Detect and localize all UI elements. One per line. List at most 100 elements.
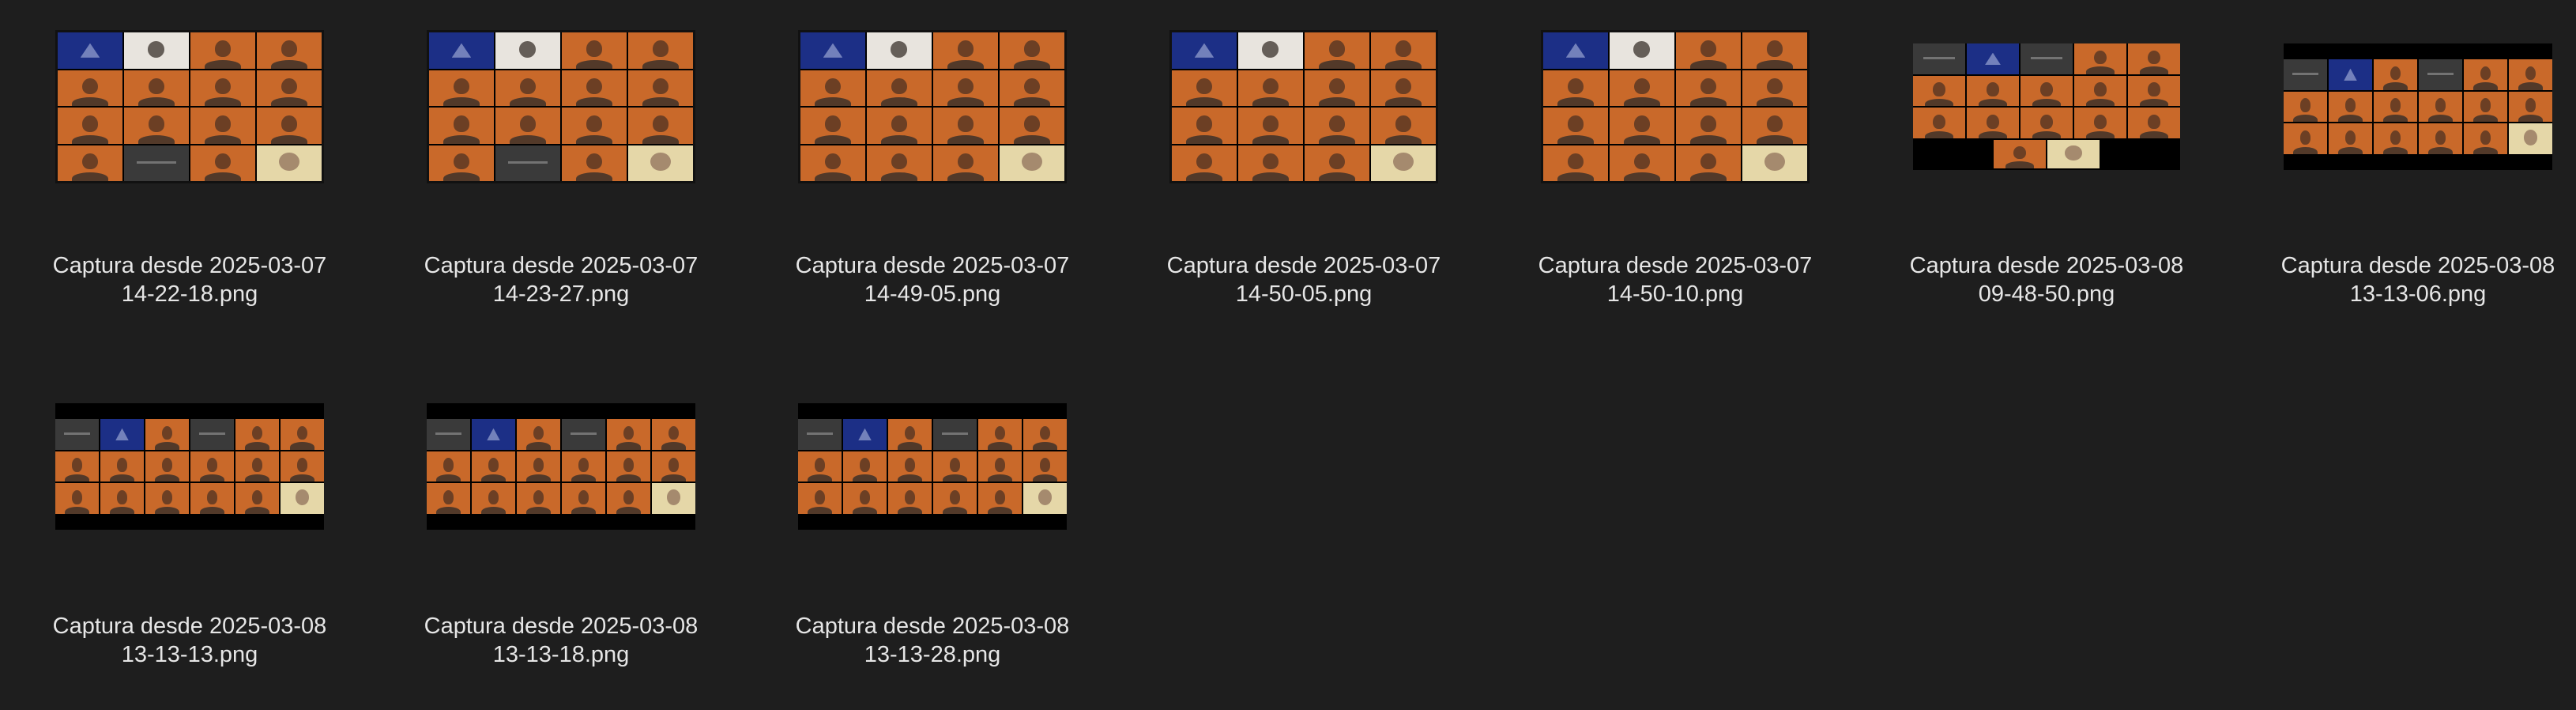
tile-participant: [2284, 123, 2327, 154]
tile-logo: [1172, 32, 1237, 69]
tile-logo: [58, 32, 122, 69]
tile-participant: [1742, 32, 1807, 69]
tile-participant: [1305, 145, 1369, 181]
image-thumbnail[interactable]: [2284, 43, 2552, 170]
tile-participant: [257, 108, 322, 144]
file-name[interactable]: Captura desde 2025-03-07 14-50-10.png: [1489, 251, 1861, 308]
thumbnail-grid: [1913, 43, 2180, 138]
tile-participant: [58, 70, 122, 106]
image-thumbnail[interactable]: [55, 30, 324, 183]
tile-participant: [1000, 145, 1064, 181]
tile-participant: [2021, 75, 2073, 107]
tile-participant: [1023, 483, 1067, 514]
tile-participant: [2419, 91, 2462, 123]
tile-logo: [472, 419, 515, 450]
tile-participant: [55, 451, 99, 482]
file-name[interactable]: Captura desde 2025-03-07 14-23-27.png: [375, 251, 747, 308]
tile-participant: [427, 419, 470, 450]
tile-participant: [495, 108, 560, 144]
image-thumbnail[interactable]: [798, 30, 1067, 183]
tile-participant: [235, 451, 279, 482]
tile-logo: [100, 419, 144, 450]
tile-participant: [1238, 70, 1303, 106]
tile-participant: [562, 419, 605, 450]
tile-participant: [190, 145, 255, 181]
tile-participant: [888, 483, 932, 514]
tile-participant: [800, 145, 865, 181]
tile-participant: [517, 483, 560, 514]
tile-participant: [562, 483, 605, 514]
tile-participant: [257, 32, 322, 69]
file-name[interactable]: Captura desde 2025-03-08 13-13-06.png: [2232, 251, 2576, 308]
file-name[interactable]: Captura desde 2025-03-07 14-50-05.png: [1118, 251, 1489, 308]
image-thumbnail[interactable]: [798, 403, 1067, 530]
thumbnail-area: [2232, 0, 2576, 213]
tile-participant: [562, 108, 627, 144]
tile-participant: [235, 419, 279, 450]
tile-participant: [1610, 70, 1674, 106]
file-name-line2: 14-50-10.png: [1606, 281, 1744, 307]
file-name-line1: Captura desde 2025-03-07: [52, 253, 327, 278]
thumbnail-area: [1118, 0, 1489, 213]
tile-participant: [867, 108, 932, 144]
tile-participant: [607, 451, 650, 482]
image-thumbnail[interactable]: [1913, 43, 2180, 170]
file-grid: Captura desde 2025-03-07 14-22-18.png Ca…: [0, 0, 2576, 710]
file-name[interactable]: Captura desde 2025-03-07 14-22-18.png: [4, 251, 375, 308]
file-name-line1: Captura desde 2025-03-07: [795, 253, 1070, 278]
tile-participant: [2074, 75, 2126, 107]
tile-participant: [2374, 59, 2417, 90]
tile-participant: [628, 70, 693, 106]
file-name[interactable]: Captura desde 2025-03-08 13-13-13.png: [4, 612, 375, 669]
image-thumbnail[interactable]: [427, 403, 695, 530]
tile-participant: [145, 451, 189, 482]
tile-participant: [1238, 108, 1303, 144]
tile-participant: [257, 145, 322, 181]
thumbnail-area: [747, 360, 1118, 573]
image-thumbnail[interactable]: [1169, 30, 1438, 183]
file-name[interactable]: Captura desde 2025-03-08 13-13-28.png: [747, 612, 1118, 669]
tile-participant: [2374, 91, 2417, 123]
thumbnail-grid: [1543, 32, 1807, 181]
file-name-line1: Captura desde 2025-03-08: [424, 614, 699, 639]
file-name-line1: Captura desde 2025-03-08: [795, 614, 1070, 639]
tile-participant: [2509, 91, 2552, 123]
tile-participant: [281, 419, 324, 450]
file-name[interactable]: Captura desde 2025-03-07 14-49-05.png: [747, 251, 1118, 308]
file-name-line2: 13-13-28.png: [864, 642, 1001, 667]
tile-participant: [429, 108, 494, 144]
tile-participant: [55, 419, 99, 450]
tile-participant: [472, 451, 515, 482]
thumbnail-grid: [58, 32, 322, 181]
tile-participant: [1000, 70, 1064, 106]
tile-participant: [1543, 108, 1608, 144]
tile-participant: [800, 108, 865, 144]
tile-participant: [1000, 32, 1064, 69]
tile-participant: [1913, 108, 1965, 138]
file-name[interactable]: Captura desde 2025-03-08 13-13-18.png: [375, 612, 747, 669]
tile-participant: [562, 451, 605, 482]
tile-participant: [2128, 108, 2180, 138]
image-thumbnail[interactable]: [1541, 30, 1810, 183]
tile-participant: [562, 70, 627, 106]
tile-participant: [1913, 43, 1965, 74]
tile-participant: [1967, 75, 2019, 107]
tile-participant: [2021, 108, 2073, 138]
file-name[interactable]: Captura desde 2025-03-08 09-48-50.png: [1861, 251, 2232, 308]
tile-participant: [2464, 123, 2507, 154]
thumbnail-area: [1489, 0, 1861, 213]
image-thumbnail[interactable]: [427, 30, 695, 183]
tile-participant: [190, 419, 234, 450]
tile-participant: [628, 32, 693, 69]
tile-participant: [429, 70, 494, 106]
tile-participant: [1023, 451, 1067, 482]
tile-participant: [933, 483, 977, 514]
tile-participant: [888, 451, 932, 482]
thumbnail-grid: [427, 419, 695, 514]
image-thumbnail[interactable]: [55, 403, 324, 530]
tile-participant: [2419, 59, 2462, 90]
tile-logo: [2329, 59, 2372, 90]
tile-participant: [607, 419, 650, 450]
tile-participant: [1913, 75, 1965, 107]
tile-participant: [1610, 32, 1674, 69]
